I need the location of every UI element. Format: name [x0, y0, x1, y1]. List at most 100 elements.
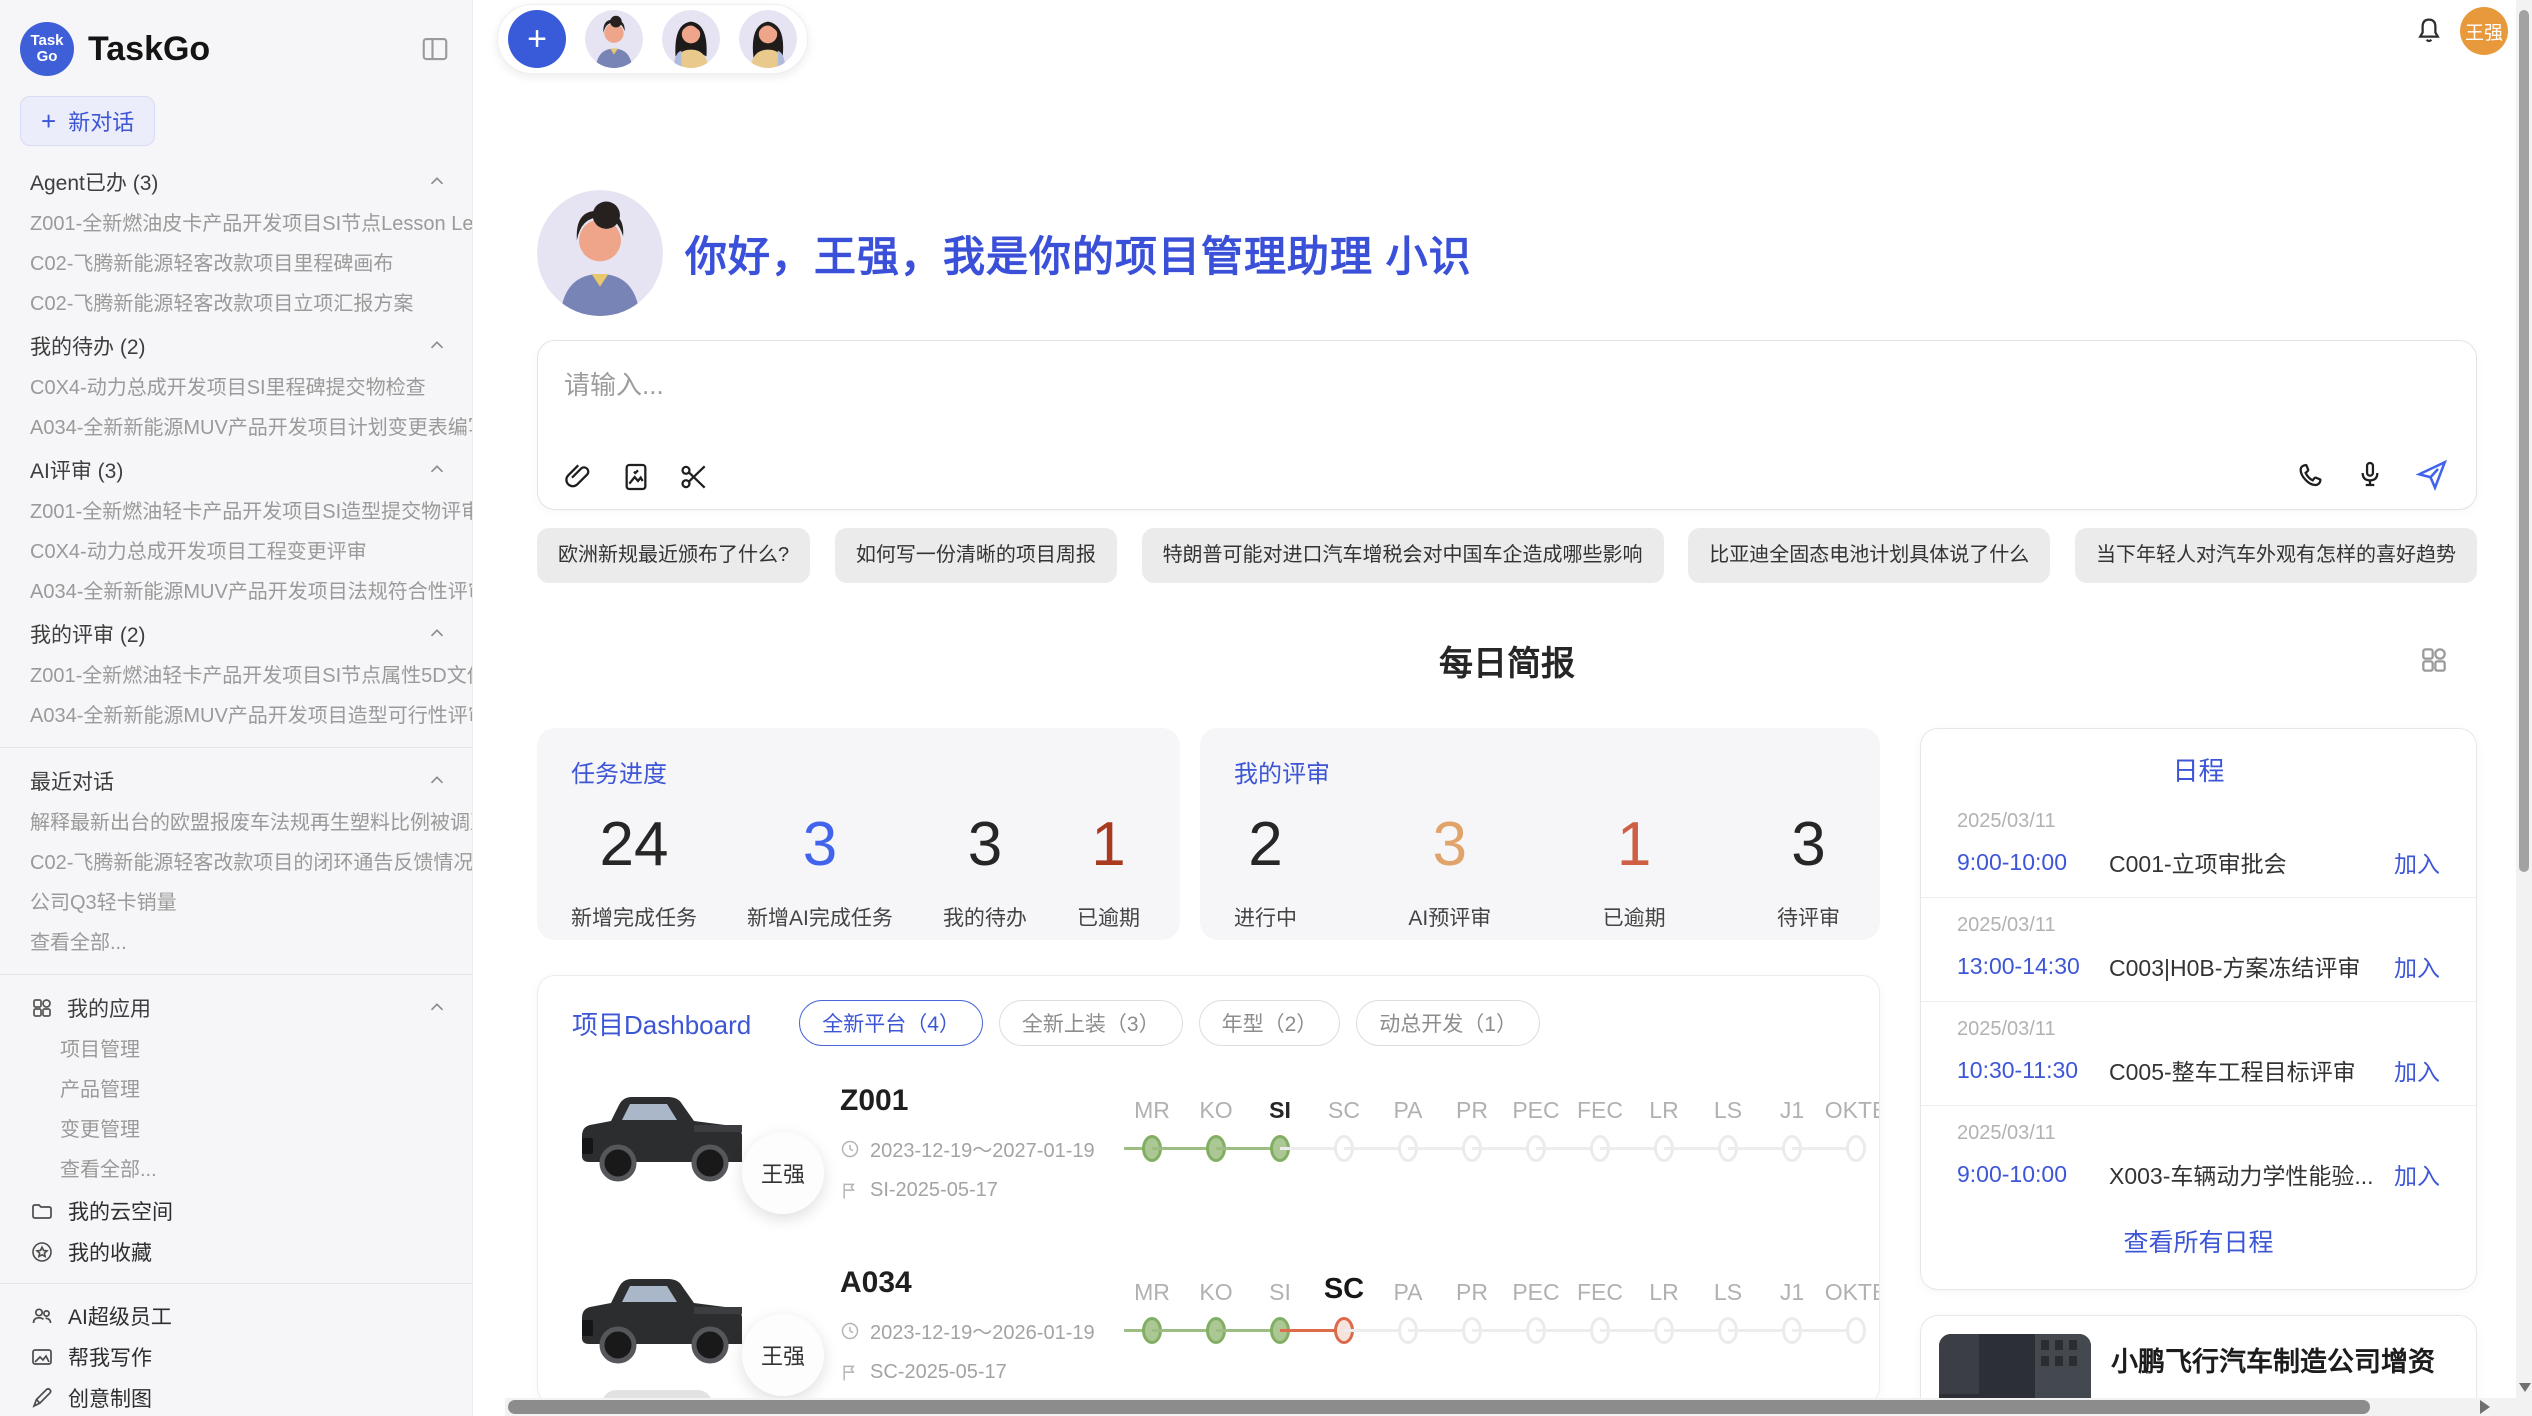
- sidebar-item-favorites[interactable]: 我的收藏: [0, 1231, 472, 1272]
- sidebar-item-creative-draw[interactable]: 创意制图: [0, 1377, 472, 1416]
- collapse-sidebar-icon[interactable]: [420, 34, 450, 64]
- agent-avatar-1[interactable]: [585, 10, 643, 68]
- notification-bell-icon[interactable]: [2412, 14, 2446, 48]
- dashboard-filter-chip[interactable]: 全新上装（3）: [999, 1000, 1183, 1046]
- sidebar-section-agent-done[interactable]: Agent已办 (3): [0, 160, 472, 204]
- layout-grid-icon[interactable]: [2418, 644, 2450, 676]
- milestone-dot: [1846, 1317, 1866, 1344]
- dashboard-filter-chip[interactable]: 年型（2）: [1199, 1000, 1341, 1046]
- sidebar-item[interactable]: Z001-全新燃油皮卡产品开发项目SI节点Lesson Learn报告: [0, 204, 472, 244]
- section-title: 我的应用: [67, 993, 151, 1023]
- project-row[interactable]: 王强 A034 2023-12-19～2026-01-19 SC-2025-05…: [572, 1262, 1849, 1405]
- join-link[interactable]: 加入: [2394, 845, 2440, 879]
- sidebar-app-item[interactable]: 变更管理: [0, 1110, 472, 1150]
- entry-date: 2025/03/11: [1957, 914, 2440, 937]
- star-circle-icon: [30, 1240, 54, 1264]
- sidebar-section-my-review[interactable]: 我的评审 (2): [0, 612, 472, 656]
- join-link[interactable]: 加入: [2394, 1053, 2440, 1087]
- sidebar-item[interactable]: 解释最新出台的欧盟报废车法规再生塑料比例被调至15%...: [0, 803, 472, 843]
- sidebar-item[interactable]: C0X4-动力总成开发项目工程变更评审: [0, 532, 472, 572]
- section-title: 我的待办 (2): [30, 331, 146, 361]
- suggestion-chip[interactable]: 特朗普可能对进口汽车增税会对中国车企造成哪些影响: [1142, 528, 1664, 583]
- project-dashboard-card: 项目Dashboard 全新平台（4） 全新上装（3） 年型（2） 动总开发（1…: [537, 975, 1880, 1405]
- project-flag: SI-2025-05-17: [870, 1179, 998, 1202]
- join-link[interactable]: 加入: [2394, 949, 2440, 983]
- scroll-right-arrow-icon[interactable]: [2480, 1400, 2490, 1414]
- app-title: TaskGo: [88, 30, 210, 69]
- stat-value: 3: [1777, 809, 1840, 880]
- sidebar-item[interactable]: Z001-全新燃油轻卡产品开发项目SI节点属性5D文件评审: [0, 656, 472, 696]
- stat-value: 3: [747, 809, 893, 880]
- join-link[interactable]: 加入: [2394, 1157, 2440, 1191]
- milestone-label: LS: [1696, 1097, 1760, 1124]
- scroll-down-arrow-icon[interactable]: [2519, 1383, 2531, 1392]
- card-title: 我的评审: [1234, 754, 1840, 789]
- briefing-title: 每日简报: [537, 636, 2477, 685]
- sidebar-app-item[interactable]: 项目管理: [0, 1030, 472, 1070]
- horizontal-scrollbar-thumb[interactable]: [508, 1400, 2370, 1414]
- view-all-schedule-link[interactable]: 查看所有日程: [1921, 1223, 2476, 1259]
- sidebar-item-ai-staff[interactable]: AI超级员工: [0, 1295, 472, 1336]
- scissors-icon[interactable]: [678, 461, 710, 493]
- sidebar-item[interactable]: C02-飞腾新能源轻客改款项目里程碑画布: [0, 244, 472, 284]
- section-title: Agent已办 (3): [30, 167, 158, 197]
- chat-input-card: [537, 340, 2477, 510]
- sidebar-item[interactable]: 查看全部...: [0, 923, 472, 963]
- vertical-scrollbar[interactable]: [2516, 0, 2532, 1416]
- horizontal-scrollbar[interactable]: [505, 1398, 2532, 1416]
- vertical-scrollbar-thumb[interactable]: [2519, 10, 2529, 872]
- suggestion-chips: 欧洲新规最近颁布了什么? 如何写一份清晰的项目周报 特朗普可能对进口汽车增税会对…: [537, 528, 2477, 583]
- sidebar-item[interactable]: Z001-全新燃油轻卡产品开发项目SI造型提交物评审: [0, 492, 472, 532]
- sidebar-item-write-helper[interactable]: 帮我写作: [0, 1336, 472, 1377]
- section-title: 我的评审 (2): [30, 619, 146, 649]
- new-chat-button[interactable]: + 新对话: [20, 96, 155, 146]
- plus-icon: +: [41, 106, 56, 137]
- sidebar-section-my-apps[interactable]: 我的应用: [0, 986, 472, 1030]
- sidebar-item[interactable]: A034-全新新能源MUV产品开发项目法规符合性评审: [0, 572, 472, 612]
- dashboard-filter-chip[interactable]: 动总开发（1）: [1356, 1000, 1540, 1046]
- suggestion-chip[interactable]: 比亚迪全固态电池计划具体说了什么: [1688, 528, 2050, 583]
- dashboard-filter-chip[interactable]: 全新平台（4）: [799, 1000, 983, 1046]
- sidebar-app-item[interactable]: 产品管理: [0, 1070, 472, 1110]
- milestone-label: PA: [1376, 1097, 1440, 1124]
- suggestion-chip[interactable]: 欧洲新规最近颁布了什么?: [537, 528, 810, 583]
- stat-label: AI预评审: [1408, 902, 1491, 932]
- milestone-label: SI: [1248, 1097, 1312, 1124]
- project-row[interactable]: 王强 Z001 2023-12-19～2027-01-19 SI-2025-05…: [572, 1080, 1849, 1228]
- chat-input[interactable]: [564, 363, 2064, 407]
- sidebar-section-my-todo[interactable]: 我的待办 (2): [0, 324, 472, 368]
- nav-label: 创意制图: [68, 1383, 152, 1413]
- nav-label: 帮我写作: [68, 1342, 152, 1372]
- stat-label: 已逾期: [1603, 902, 1666, 932]
- people-icon: [30, 1304, 54, 1328]
- attach-icon[interactable]: [562, 461, 594, 493]
- image-upload-icon[interactable]: [620, 461, 652, 493]
- milestone-dot: [1846, 1135, 1866, 1162]
- phone-icon[interactable]: [2294, 459, 2326, 491]
- stat-label: 新增完成任务: [571, 902, 697, 932]
- add-agent-button[interactable]: +: [508, 10, 566, 68]
- mic-icon[interactable]: [2354, 459, 2386, 491]
- user-avatar[interactable]: 王强: [2460, 7, 2508, 55]
- suggestion-chip[interactable]: 如何写一份清晰的项目周报: [835, 528, 1117, 583]
- send-icon[interactable]: [2414, 457, 2450, 493]
- sidebar-item[interactable]: A034-全新新能源MUV产品开发项目计划变更表编写: [0, 408, 472, 448]
- sidebar-item[interactable]: C0X4-动力总成开发项目SI里程碑提交物检查: [0, 368, 472, 408]
- sidebar-item[interactable]: A034-全新新能源MUV产品开发项目造型可行性评审: [0, 696, 472, 736]
- sidebar-section-ai-review[interactable]: AI评审 (3): [0, 448, 472, 492]
- agent-avatar-2[interactable]: [662, 10, 720, 68]
- project-flag: SC-2025-05-17: [870, 1361, 1007, 1384]
- sidebar-item-cloud-space[interactable]: 我的云空间: [0, 1190, 472, 1231]
- agent-avatar-3[interactable]: [739, 10, 797, 68]
- suggestion-chip[interactable]: 当下年轻人对汽车外观有怎样的喜好趋势: [2075, 528, 2477, 583]
- stat: 3 我的待办: [943, 809, 1027, 932]
- folder-icon: [30, 1199, 54, 1223]
- sidebar-item[interactable]: C02-飞腾新能源轻客改款项目的闭环通告反馈情况: [0, 843, 472, 883]
- milestone-label: MR: [1120, 1097, 1184, 1124]
- sidebar-item[interactable]: C02-飞腾新能源轻客改款项目立项汇报方案: [0, 284, 472, 324]
- sidebar-item[interactable]: 公司Q3轻卡销量: [0, 883, 472, 923]
- app-logo: Task Go: [20, 22, 74, 76]
- sidebar-section-recent[interactable]: 最近对话: [0, 759, 472, 803]
- news-title: 小鹏飞行汽车制造公司增资: [2111, 1340, 2458, 1379]
- sidebar-app-item[interactable]: 查看全部...: [0, 1150, 472, 1190]
